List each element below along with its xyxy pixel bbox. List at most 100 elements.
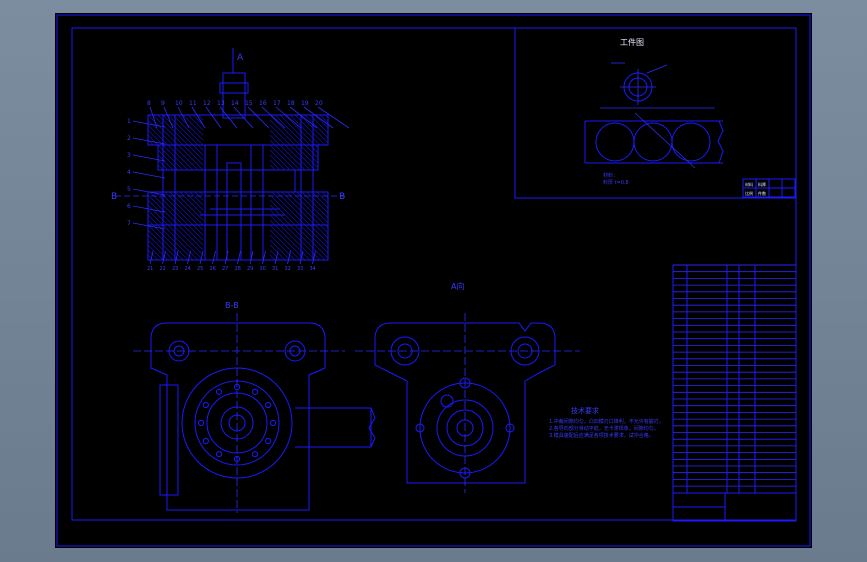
leader-line — [212, 250, 216, 265]
hatch-line — [269, 219, 276, 226]
view-bb — [133, 313, 376, 513]
part-number-top: 11 — [189, 100, 197, 107]
part-number-bottom: 33 — [297, 266, 303, 272]
hatch-line — [167, 114, 199, 146]
hatch-line — [304, 144, 319, 159]
hatch-line — [269, 214, 281, 226]
part-number-bottom: 28 — [235, 266, 241, 272]
hatch-line — [192, 224, 204, 236]
cad-drawing: 工件图 材料： 料厚 t=0.8 材料 料厚 比例 件数 A B B 8 9 1… — [56, 14, 811, 547]
leader-line — [177, 106, 190, 129]
cad-drawing-viewport[interactable]: 工件图 材料： 料厚 t=0.8 材料 料厚 比例 件数 A B B 8 9 1… — [55, 13, 812, 548]
hatch-line — [291, 191, 326, 226]
part-number-top: 8 — [147, 100, 151, 107]
small-block-2: 料厚 — [758, 181, 766, 187]
hatch-line — [289, 224, 326, 261]
small-info-block: 材料 料厚 比例 件数 — [742, 178, 796, 198]
view-title-bb: B-B — [225, 301, 239, 310]
part-number-bottom: 31 — [272, 266, 278, 272]
hatch-line — [269, 139, 276, 146]
hatch-line — [147, 224, 184, 261]
part-number-left: 2 — [127, 135, 131, 142]
hatch-line — [294, 224, 329, 259]
hatch-line — [269, 164, 276, 171]
bolt-hole — [215, 451, 223, 458]
leader-line — [191, 106, 206, 129]
part-number-bottom: 25 — [197, 266, 203, 272]
workpiece-plan-view — [611, 62, 668, 105]
hatch-line — [147, 199, 174, 226]
part-number-top: 15 — [245, 100, 253, 107]
hatch-line — [311, 191, 329, 209]
hatch-line — [284, 144, 311, 171]
hatch-line — [177, 144, 204, 171]
workpiece-strip-layout — [584, 107, 724, 169]
hatch-line — [164, 191, 199, 226]
workpiece-note-2: 料厚 t=0.8 — [603, 179, 629, 186]
hatch-line — [269, 229, 301, 261]
leader-line — [205, 106, 222, 129]
tech-req-line-2: 2.各导向部分滑动平稳，无卡滞现象，间隙均匀。 — [549, 425, 659, 432]
leader-line — [187, 250, 191, 265]
part-number-top: 9 — [161, 100, 165, 107]
hatch-line — [269, 194, 301, 226]
part-number-bottom: 22 — [160, 266, 166, 272]
bolt-hole — [265, 401, 272, 409]
hatch-line — [289, 114, 321, 146]
part-number-bottom: 30 — [260, 266, 266, 272]
section-label-b-right: B — [339, 192, 345, 202]
hatch-line — [157, 164, 164, 171]
part-number-bottom: 34 — [310, 266, 316, 272]
hatch-line — [197, 224, 204, 231]
part-number-left: 5 — [127, 186, 131, 193]
bolt-hole — [202, 401, 209, 409]
hatch-line — [314, 224, 329, 239]
bolt-hole — [202, 437, 209, 445]
hatch-line — [167, 144, 194, 171]
hatch-line — [147, 204, 169, 226]
part-number-bottom: 24 — [185, 266, 191, 272]
hatch-line — [294, 114, 326, 146]
hatch-line — [316, 191, 329, 204]
small-block-3: 比例 — [745, 190, 753, 196]
hatch-line — [281, 191, 316, 226]
hatch-line — [269, 249, 281, 261]
hatch-line — [269, 134, 281, 146]
hatch-line — [147, 239, 169, 261]
hatch-line — [192, 144, 204, 156]
section-label-a: A — [237, 53, 244, 63]
leader-line — [132, 154, 166, 162]
part-number-top: 10 — [175, 100, 183, 107]
tech-req-line-3: 3.模具装配后应满足各项技术要求，试冲合格。 — [549, 432, 654, 439]
hatch-line — [184, 191, 204, 211]
hatch-line — [162, 114, 194, 146]
hatch-line — [269, 144, 296, 171]
hatch-line — [309, 144, 319, 154]
workpiece-frame — [514, 27, 797, 199]
hatch-line — [276, 191, 311, 226]
workpiece-title: 工件图 — [620, 37, 644, 47]
leader-line — [132, 171, 166, 179]
hatch-line — [152, 114, 184, 146]
hatch-line — [172, 114, 204, 146]
hatch-line — [179, 191, 204, 216]
part-number-top: 14 — [231, 100, 239, 107]
leader-line — [303, 106, 334, 129]
part-number-bottom: 27 — [222, 266, 228, 272]
hatch-line — [294, 144, 319, 169]
part-number-left: 3 — [127, 152, 131, 159]
hatch-line — [269, 159, 281, 171]
tech-req-title: 技术要求 — [571, 406, 599, 415]
bolt-hole — [265, 437, 272, 445]
part-number-bottom: 23 — [172, 266, 178, 272]
hatch-line — [152, 224, 189, 261]
part-number-bottom: 32 — [285, 266, 291, 272]
hatch-line — [304, 224, 329, 249]
hatch-line — [197, 144, 204, 151]
hatch-line — [314, 114, 329, 129]
hatch-line — [147, 214, 159, 226]
hatch-line — [279, 224, 316, 261]
leader-line — [132, 137, 166, 145]
hatch-line — [182, 224, 204, 246]
part-number-top: 16 — [259, 100, 267, 107]
